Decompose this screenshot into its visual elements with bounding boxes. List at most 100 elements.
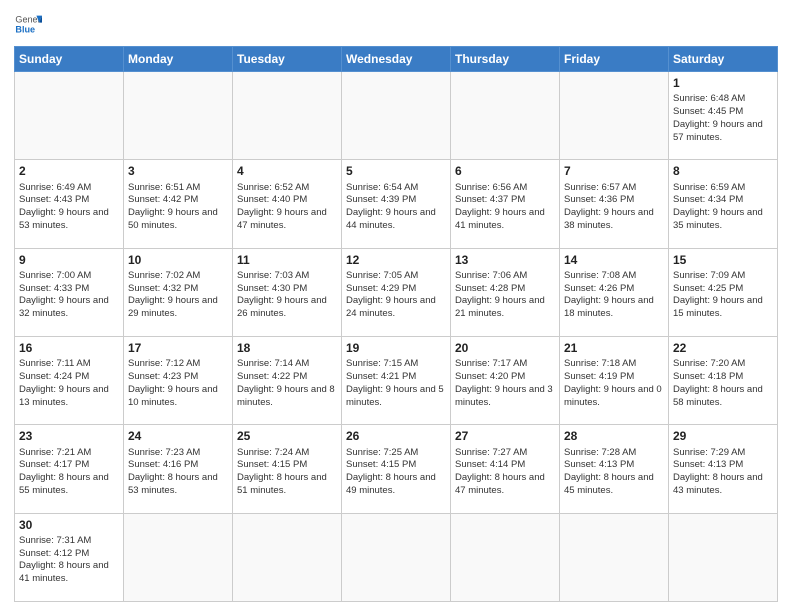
calendar-cell: 1Sunrise: 6:48 AMSunset: 4:45 PMDaylight… [669, 72, 778, 160]
day-number: 22 [673, 340, 773, 356]
weekday-header-monday: Monday [124, 47, 233, 72]
day-info: Sunset: 4:18 PM [673, 371, 743, 382]
day-info: Sunset: 4:30 PM [237, 283, 307, 294]
day-info: Sunset: 4:37 PM [455, 194, 525, 205]
day-info: Daylight: 8 hours and 53 minutes. [128, 472, 218, 496]
calendar-cell [451, 513, 560, 601]
day-info: Sunrise: 7:03 AM [237, 270, 309, 281]
day-number: 16 [19, 340, 119, 356]
day-info: Sunrise: 7:24 AM [237, 447, 309, 458]
weekday-header-row: SundayMondayTuesdayWednesdayThursdayFrid… [15, 47, 778, 72]
calendar-cell [233, 513, 342, 601]
day-info: Daylight: 8 hours and 58 minutes. [673, 384, 763, 408]
calendar-cell: 12Sunrise: 7:05 AMSunset: 4:29 PMDayligh… [342, 248, 451, 336]
weekday-header-sunday: Sunday [15, 47, 124, 72]
calendar-cell: 6Sunrise: 6:56 AMSunset: 4:37 PMDaylight… [451, 160, 560, 248]
calendar-cell [669, 513, 778, 601]
day-number: 25 [237, 428, 337, 444]
calendar-cell: 4Sunrise: 6:52 AMSunset: 4:40 PMDaylight… [233, 160, 342, 248]
day-info: Sunset: 4:32 PM [128, 283, 198, 294]
day-info: Daylight: 9 hours and 13 minutes. [19, 384, 109, 408]
calendar-cell: 22Sunrise: 7:20 AMSunset: 4:18 PMDayligh… [669, 336, 778, 424]
day-info: Sunrise: 7:02 AM [128, 270, 200, 281]
day-number: 8 [673, 163, 773, 179]
calendar-cell: 11Sunrise: 7:03 AMSunset: 4:30 PMDayligh… [233, 248, 342, 336]
calendar-cell: 15Sunrise: 7:09 AMSunset: 4:25 PMDayligh… [669, 248, 778, 336]
day-info: Sunset: 4:26 PM [564, 283, 634, 294]
day-info: Sunrise: 6:54 AM [346, 182, 418, 193]
day-info: Sunrise: 7:21 AM [19, 447, 91, 458]
day-info: Daylight: 9 hours and 21 minutes. [455, 295, 545, 319]
day-info: Daylight: 8 hours and 47 minutes. [455, 472, 545, 496]
day-info: Sunset: 4:39 PM [346, 194, 416, 205]
day-info: Daylight: 9 hours and 8 minutes. [237, 384, 335, 408]
day-number: 27 [455, 428, 555, 444]
day-number: 11 [237, 252, 337, 268]
day-info: Sunrise: 7:29 AM [673, 447, 745, 458]
day-info: Daylight: 9 hours and 10 minutes. [128, 384, 218, 408]
header: General Blue [14, 10, 778, 38]
day-number: 12 [346, 252, 446, 268]
calendar-cell [124, 72, 233, 160]
calendar-cell [233, 72, 342, 160]
day-info: Sunset: 4:24 PM [19, 371, 89, 382]
calendar-cell [342, 513, 451, 601]
calendar-cell: 14Sunrise: 7:08 AMSunset: 4:26 PMDayligh… [560, 248, 669, 336]
calendar-cell: 18Sunrise: 7:14 AMSunset: 4:22 PMDayligh… [233, 336, 342, 424]
svg-text:Blue: Blue [15, 24, 35, 34]
day-info: Sunset: 4:14 PM [455, 459, 525, 470]
calendar-cell [342, 72, 451, 160]
day-info: Daylight: 8 hours and 41 minutes. [19, 560, 109, 584]
day-info: Sunrise: 6:52 AM [237, 182, 309, 193]
day-info: Sunrise: 6:51 AM [128, 182, 200, 193]
calendar-week-row: 9Sunrise: 7:00 AMSunset: 4:33 PMDaylight… [15, 248, 778, 336]
calendar-week-row: 23Sunrise: 7:21 AMSunset: 4:17 PMDayligh… [15, 425, 778, 513]
day-info: Sunset: 4:45 PM [673, 106, 743, 117]
weekday-header-thursday: Thursday [451, 47, 560, 72]
day-info: Daylight: 8 hours and 51 minutes. [237, 472, 327, 496]
weekday-header-wednesday: Wednesday [342, 47, 451, 72]
day-info: Sunset: 4:28 PM [455, 283, 525, 294]
day-number: 2 [19, 163, 119, 179]
calendar-cell: 3Sunrise: 6:51 AMSunset: 4:42 PMDaylight… [124, 160, 233, 248]
day-number: 24 [128, 428, 228, 444]
calendar-cell: 10Sunrise: 7:02 AMSunset: 4:32 PMDayligh… [124, 248, 233, 336]
day-info: Sunset: 4:20 PM [455, 371, 525, 382]
day-info: Daylight: 9 hours and 53 minutes. [19, 207, 109, 231]
calendar-cell: 7Sunrise: 6:57 AMSunset: 4:36 PMDaylight… [560, 160, 669, 248]
calendar-cell [560, 513, 669, 601]
day-number: 7 [564, 163, 664, 179]
day-info: Sunset: 4:25 PM [673, 283, 743, 294]
day-number: 17 [128, 340, 228, 356]
day-info: Sunset: 4:36 PM [564, 194, 634, 205]
calendar-cell: 23Sunrise: 7:21 AMSunset: 4:17 PMDayligh… [15, 425, 124, 513]
day-info: Sunset: 4:15 PM [237, 459, 307, 470]
weekday-header-saturday: Saturday [669, 47, 778, 72]
day-number: 23 [19, 428, 119, 444]
day-info: Daylight: 9 hours and 0 minutes. [564, 384, 662, 408]
calendar-week-row: 2Sunrise: 6:49 AMSunset: 4:43 PMDaylight… [15, 160, 778, 248]
calendar-cell: 2Sunrise: 6:49 AMSunset: 4:43 PMDaylight… [15, 160, 124, 248]
weekday-header-tuesday: Tuesday [233, 47, 342, 72]
generalblue-logo-icon: General Blue [14, 10, 42, 38]
day-number: 3 [128, 163, 228, 179]
day-info: Sunrise: 7:00 AM [19, 270, 91, 281]
day-info: Daylight: 8 hours and 49 minutes. [346, 472, 436, 496]
day-info: Daylight: 9 hours and 3 minutes. [455, 384, 553, 408]
day-number: 19 [346, 340, 446, 356]
calendar-week-row: 30Sunrise: 7:31 AMSunset: 4:12 PMDayligh… [15, 513, 778, 601]
day-info: Sunrise: 7:31 AM [19, 535, 91, 546]
calendar-cell: 9Sunrise: 7:00 AMSunset: 4:33 PMDaylight… [15, 248, 124, 336]
calendar-cell: 8Sunrise: 6:59 AMSunset: 4:34 PMDaylight… [669, 160, 778, 248]
day-info: Sunset: 4:19 PM [564, 371, 634, 382]
calendar-cell: 5Sunrise: 6:54 AMSunset: 4:39 PMDaylight… [342, 160, 451, 248]
day-info: Daylight: 9 hours and 32 minutes. [19, 295, 109, 319]
day-number: 13 [455, 252, 555, 268]
calendar-table: SundayMondayTuesdayWednesdayThursdayFrid… [14, 46, 778, 602]
calendar-cell: 19Sunrise: 7:15 AMSunset: 4:21 PMDayligh… [342, 336, 451, 424]
day-info: Sunset: 4:21 PM [346, 371, 416, 382]
day-number: 6 [455, 163, 555, 179]
calendar-week-row: 1Sunrise: 6:48 AMSunset: 4:45 PMDaylight… [15, 72, 778, 160]
day-info: Sunrise: 7:11 AM [19, 358, 91, 369]
day-info: Sunrise: 7:12 AM [128, 358, 200, 369]
